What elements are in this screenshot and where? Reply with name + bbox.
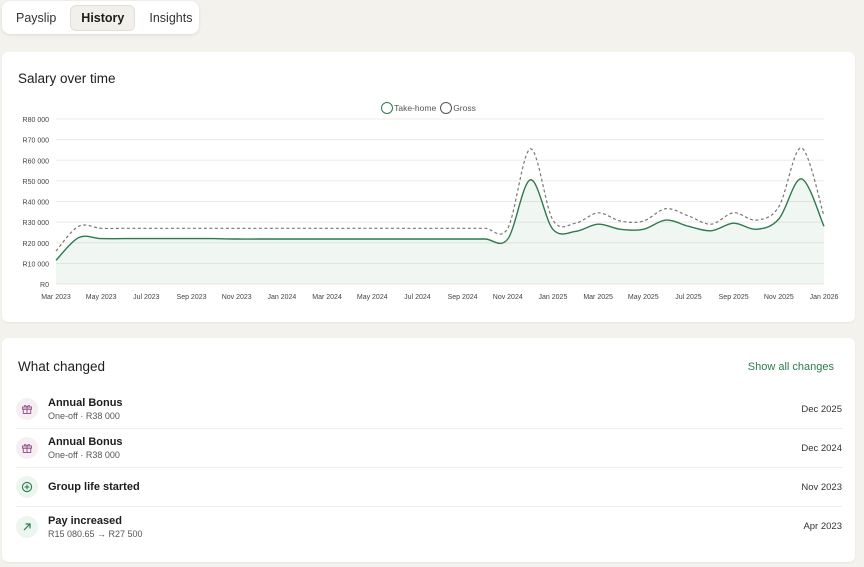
x-tick-label: Jan 2025 <box>539 294 568 301</box>
what-changed-card: What changed Show all changes Annual Bon… <box>2 338 855 562</box>
gift-icon <box>16 437 38 459</box>
change-title: Annual Bonus <box>48 436 123 448</box>
change-date: Dec 2024 <box>801 442 842 454</box>
x-tick-label: Jul 2024 <box>404 294 431 301</box>
change-date: Dec 2025 <box>801 403 842 415</box>
x-tick-label: May 2025 <box>628 294 659 301</box>
tab-insights[interactable]: Insights <box>139 5 202 31</box>
x-tick-label: Nov 2023 <box>222 294 252 301</box>
show-all-changes-link[interactable]: Show all changes <box>748 361 834 373</box>
x-tick-label: May 2023 <box>86 294 117 301</box>
x-tick-label: Sep 2024 <box>448 294 478 301</box>
change-title: Annual Bonus <box>48 397 123 409</box>
gift-icon <box>16 398 38 420</box>
change-row[interactable]: Annual Bonus One-off · R38 000 Dec 2025 <box>16 390 842 429</box>
change-subtitle: One-off · R38 000 <box>48 411 120 421</box>
x-tick-label: Jul 2025 <box>675 294 702 301</box>
x-tick-label: Mar 2025 <box>583 294 613 301</box>
change-subtitle: One-off · R38 000 <box>48 450 120 460</box>
x-tick-label: Sep 2023 <box>177 294 207 301</box>
x-tick-label: Jul 2023 <box>133 294 160 301</box>
y-tick-label: R10 000 <box>23 261 50 268</box>
x-tick-label: Nov 2024 <box>493 294 523 301</box>
plus-circle-icon <box>16 476 38 498</box>
x-tick-label: Nov 2025 <box>764 294 794 301</box>
x-tick-label: Mar 2023 <box>41 294 71 301</box>
y-tick-label: R60 000 <box>23 158 50 165</box>
x-tick-label: Jan 2024 <box>267 294 296 301</box>
change-date: Apr 2023 <box>803 521 842 532</box>
what-changed-title: What changed <box>18 359 106 374</box>
x-tick-label: Mar 2024 <box>312 294 342 301</box>
change-date: Nov 2023 <box>801 481 842 493</box>
change-row[interactable]: Pay increased R15 080.65 → R27 500 Apr 2… <box>16 507 842 546</box>
x-tick-label: Jan 2026 <box>810 294 839 301</box>
change-title: Group life started <box>48 481 140 493</box>
change-row[interactable]: Annual Bonus One-off · R38 000 Dec 2024 <box>16 429 842 468</box>
change-title: Pay increased <box>48 514 122 527</box>
view-tabs: Payslip History Insights <box>2 1 199 34</box>
tab-history[interactable]: History <box>70 4 136 31</box>
x-tick-label: Sep 2025 <box>719 294 749 301</box>
y-tick-label: R80 000 <box>23 117 50 124</box>
y-tick-label: R40 000 <box>23 200 50 207</box>
changes-list: Annual Bonus One-off · R38 000 Dec 2025 … <box>16 390 842 546</box>
y-tick-label: R20 000 <box>23 241 50 248</box>
change-subtitle: R15 080.65 → R27 500 <box>48 528 143 539</box>
x-tick-label: May 2024 <box>357 294 388 301</box>
salary-chart-card: Salary over time Take-home Gross R0 R10 0… <box>2 52 855 322</box>
y-tick-label: R50 000 <box>23 179 50 186</box>
tab-payslip[interactable]: Payslip <box>6 5 66 31</box>
salary-line-chart: R0 R10 000 R20 000 R30 000 R40 000 R50 000 R60… <box>23 117 839 301</box>
y-tick-label: R70 000 <box>23 138 50 145</box>
y-tick-label: R0 <box>40 282 49 289</box>
arrow-up-right-icon <box>16 515 38 538</box>
change-row[interactable]: Group life started Nov 2023 <box>16 468 842 507</box>
y-tick-label: R30 000 <box>23 220 50 227</box>
